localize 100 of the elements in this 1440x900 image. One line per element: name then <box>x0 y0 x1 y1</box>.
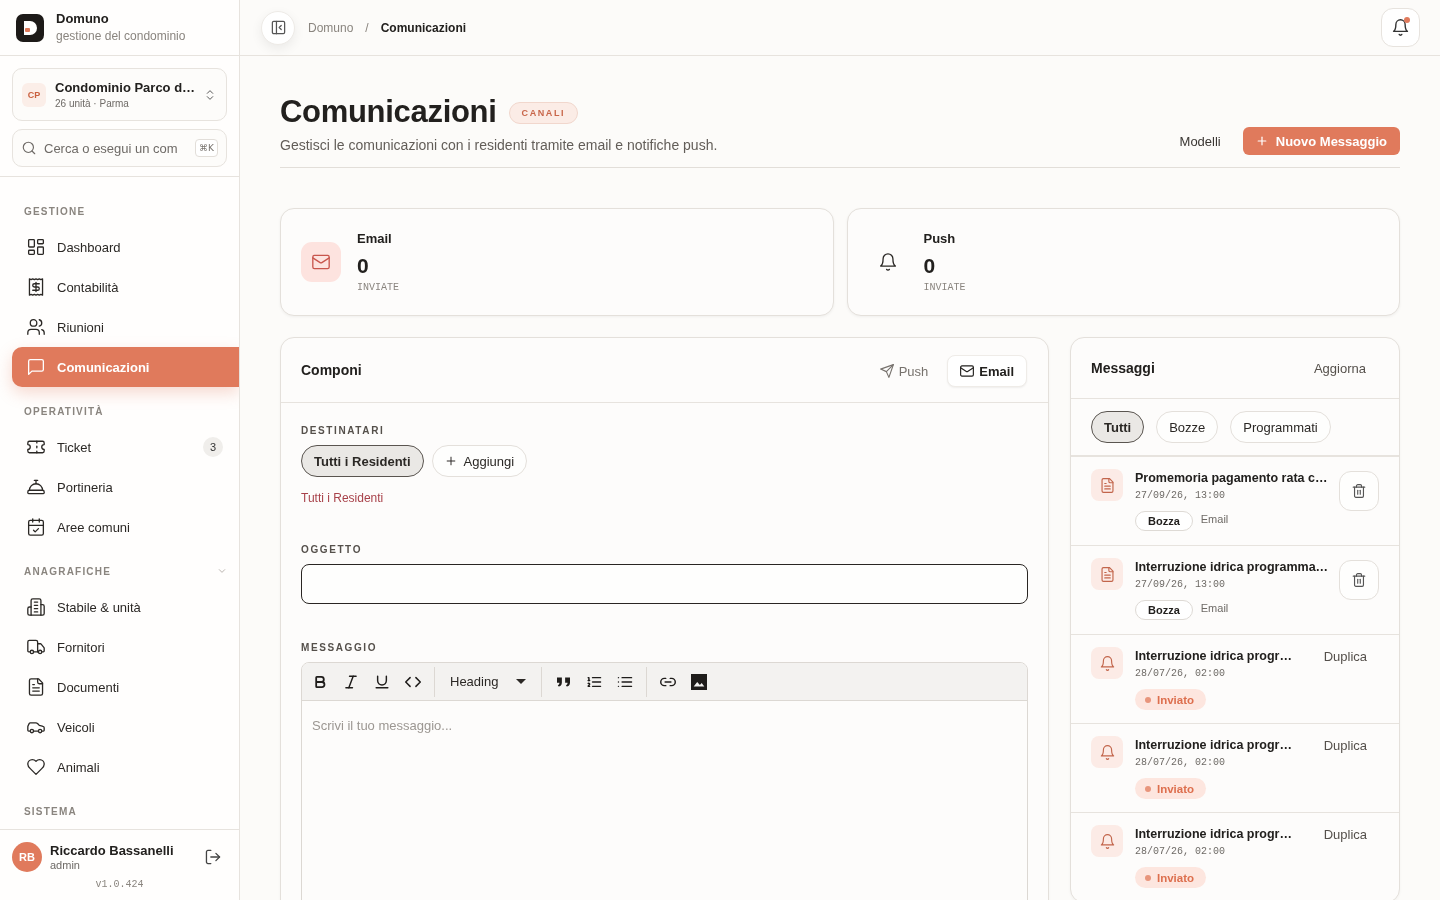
field-label: MESSAGGIO <box>301 641 378 655</box>
notifications-button[interactable] <box>1381 8 1420 47</box>
status-label: Inviato <box>1157 782 1195 795</box>
stat-value: 0 <box>923 253 937 278</box>
service-bell-icon <box>27 478 45 496</box>
bell-tile-icon <box>1091 647 1123 679</box>
paper-plane-icon <box>879 364 894 378</box>
sidebar-item[interactable]: Aree comuni <box>12 507 239 547</box>
sidebar-item[interactable]: Fornitori <box>12 627 239 667</box>
message-title: Interruzione idrica programma… <box>1135 559 1327 576</box>
collapse-sidebar-button[interactable] <box>261 10 295 45</box>
calendar-icon <box>27 518 45 536</box>
search-field[interactable]: Cerca o esegui un com ⌘K <box>12 129 227 167</box>
stat-caption: INVIATE <box>923 281 966 294</box>
sidebar-item[interactable]: Animali <box>12 747 239 787</box>
duplicate-button[interactable]: Duplica <box>1311 645 1379 668</box>
breadcrumb-separator: / <box>365 20 369 35</box>
add-recipient-button[interactable]: Aggiungi <box>431 445 528 477</box>
document-tile-icon <box>1091 558 1123 590</box>
plus-icon <box>1255 135 1268 147</box>
sidebar-panel-icon <box>270 20 286 35</box>
heart-icon <box>27 758 45 776</box>
filter-pill[interactable]: Tutti <box>1091 411 1145 443</box>
delete-button[interactable] <box>1339 471 1379 511</box>
document-tile-icon <box>1091 469 1123 501</box>
section-heading: ANAGRAFICHE <box>24 565 112 577</box>
filter-pill[interactable]: Programmati <box>1230 411 1331 443</box>
stat-value: 0 <box>357 253 370 278</box>
message-date: 27/09/26, 13:00 <box>1135 578 1226 592</box>
field-label: OGGETTO <box>301 543 363 557</box>
sidebar-item[interactable]: Riunioni <box>12 307 239 347</box>
filter-pill[interactable]: Bozze <box>1156 411 1219 443</box>
plus-icon <box>444 455 457 467</box>
message-channel: Email <box>1200 513 1229 525</box>
status-dot-icon <box>1145 785 1151 792</box>
building-initials: CP <box>22 82 46 107</box>
panel-title: Componi <box>301 362 362 378</box>
message-editor[interactable]: Heading Scrivi il tuo messaggio... <box>301 662 1028 900</box>
building-details: 26 unità · Parma <box>55 98 130 109</box>
italic-icon <box>343 673 359 690</box>
message-date: 28/07/26, 02:00 <box>1135 845 1226 859</box>
message-title: Interruzione idrica progr… <box>1135 648 1293 665</box>
heading-dropdown[interactable]: Heading <box>442 667 534 696</box>
breadcrumb-link[interactable]: Comunicazioni <box>380 20 467 35</box>
refresh-button[interactable]: Aggiorna <box>1309 356 1379 380</box>
stat-label: Email <box>357 230 393 247</box>
recipient-chip[interactable]: Tutti i Residenti <box>301 445 424 477</box>
page-subtitle: Gestisci le comunicazioni con i residenti tramite email e notifiche push. <box>280 137 718 153</box>
search-input[interactable]: Cerca o esegui un com <box>44 140 188 156</box>
message-date: 28/07/26, 02:00 <box>1135 756 1226 770</box>
section-heading: GESTIONE <box>24 205 86 217</box>
subject-field[interactable] <box>301 564 1028 604</box>
message-title: Interruzione idrica progr… <box>1135 737 1293 754</box>
logo-icon <box>16 13 44 42</box>
sidebar-item[interactable]: Veicoli <box>12 707 239 747</box>
section-heading: SISTEMA <box>24 805 77 817</box>
page-badge: CANALI <box>508 102 579 124</box>
app-name: Domuno <box>56 10 110 26</box>
sidebar-item[interactable]: Portineria <box>12 467 239 507</box>
templates-button[interactable]: Modelli <box>1177 133 1223 149</box>
count-badge: 3 <box>203 437 223 457</box>
chat-bubble-icon <box>27 358 45 376</box>
building-switcher[interactable]: CP Condominio Parco d… 26 unità · Parma <box>12 68 227 121</box>
bell-tile-icon <box>1091 825 1123 857</box>
receipt-icon <box>27 278 45 296</box>
status-dot-icon <box>1145 874 1151 881</box>
sidebar-item[interactable]: Stabile & unità <box>12 587 239 627</box>
envelope-icon <box>960 364 975 378</box>
status-label: Inviato <box>1157 871 1195 884</box>
breadcrumb-link[interactable]: Domuno <box>308 20 354 35</box>
page-title: Comunicazioni <box>280 94 497 130</box>
channel-tab[interactable]: Email <box>947 355 1027 387</box>
user-role: admin <box>50 859 81 871</box>
ticket-icon <box>27 438 45 456</box>
message-date: 28/07/26, 02:00 <box>1135 667 1226 681</box>
delete-button[interactable] <box>1339 560 1379 600</box>
duplicate-button[interactable]: Duplica <box>1311 734 1379 757</box>
stat-caption: INVIATE <box>357 281 399 294</box>
status-dot-icon <box>1145 696 1151 703</box>
duplicate-button[interactable]: Duplica <box>1311 823 1379 846</box>
sidebar-item[interactable]: Dashboard <box>12 227 239 267</box>
field-label: DESTINATARI <box>301 424 385 438</box>
underline-icon <box>374 673 390 690</box>
sidebar-item[interactable]: Ticket 3 <box>12 427 239 467</box>
sidebar-item[interactable]: Contabilità <box>12 267 239 307</box>
caret-icon <box>516 679 526 684</box>
section-heading: OPERATIVITÀ <box>24 405 104 417</box>
logout-icon <box>205 849 221 865</box>
avatar: RB <box>12 842 42 872</box>
stat-label: Push <box>923 230 957 247</box>
status-label: Inviato <box>1157 693 1195 706</box>
building-name: Condominio Parco d… <box>55 80 196 95</box>
channel-tab[interactable]: Push <box>866 355 942 387</box>
document-icon <box>27 678 45 696</box>
panel-title: Messaggi <box>1091 360 1155 376</box>
envelope-tile-icon <box>301 242 341 282</box>
truck-icon <box>27 638 45 656</box>
status-badge: Bozza <box>1135 511 1193 531</box>
user-name: Riccardo Bassanelli <box>50 843 175 858</box>
sidebar-item[interactable]: Documenti <box>12 667 239 707</box>
